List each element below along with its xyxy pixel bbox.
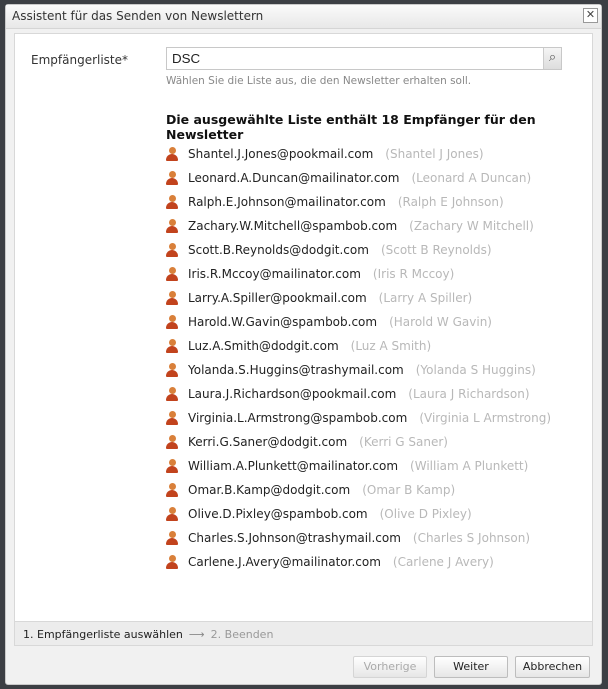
- recipient-name: (Harold W Gavin): [389, 315, 492, 329]
- recipient-name: (Iris R Mccoy): [372, 267, 455, 281]
- recipient-row: Omar.B.Kamp@dodgit.com (Omar B Kamp): [166, 478, 551, 502]
- user-icon: [166, 506, 178, 522]
- recipient-name: (Olive D Pixley): [379, 507, 472, 521]
- user-icon: [166, 386, 178, 402]
- recipient-name: (Leonard A Duncan): [411, 171, 532, 185]
- user-icon: [166, 482, 178, 498]
- recipient-email: Ralph.E.Johnson@mailinator.com: [188, 195, 386, 209]
- recipient-email: Charles.S.Johnson@trashymail.com: [188, 531, 401, 545]
- user-icon: [166, 194, 178, 210]
- recipient-row: Zachary.W.Mitchell@spambob.com (Zachary W…: [166, 214, 551, 238]
- recipient-name: (William A Plunkett): [410, 459, 529, 473]
- recipient-count-heading: Die ausgewählte Liste enthält 18 Empfäng…: [166, 112, 536, 142]
- recipient-email: Olive.D.Pixley@spambob.com: [188, 507, 368, 521]
- recipient-row: William.A.Plunkett@mailinator.com (Willia…: [166, 454, 551, 478]
- recipient-row: Laura.J.Richardson@pookmail.com (Laura J …: [166, 382, 551, 406]
- recipient-row: Charles.S.Johnson@trashymail.com (Charles…: [166, 526, 551, 550]
- recipient-row: Olive.D.Pixley@spambob.com (Olive D Pixle…: [166, 502, 551, 526]
- recipient-row: Scott.B.Reynolds@dodgit.com (Scott B Reyn…: [166, 238, 551, 262]
- user-icon: [166, 314, 178, 330]
- recipient-name: (Charles S Johnson): [412, 531, 531, 545]
- recipient-name: (Zachary W Mitchell): [409, 219, 534, 233]
- recipient-row: Shantel.J.Jones@pookmail.com (Shantel J J…: [166, 142, 551, 166]
- recipient-name: (Kerri G Saner): [359, 435, 448, 449]
- recipient-list: Shantel.J.Jones@pookmail.com (Shantel J J…: [166, 142, 551, 574]
- recipient-name: (Laura J Richardson): [408, 387, 530, 401]
- recipient-row: Leonard.A.Duncan@mailinator.com (Leonard …: [166, 166, 551, 190]
- recipient-row: Virginia.L.Armstrong@spambob.com (Virgini…: [166, 406, 551, 430]
- recipient-name: (Yolanda S Huggins): [415, 363, 536, 377]
- user-icon: [166, 146, 178, 162]
- user-icon: [166, 170, 178, 186]
- recipient-email: Shantel.J.Jones@pookmail.com: [188, 147, 374, 161]
- recipient-name: (Scott B Reynolds): [380, 243, 492, 257]
- recipient-name: (Ralph E Johnson): [397, 195, 504, 209]
- arrow-right-icon: ⟶: [188, 628, 205, 641]
- close-icon[interactable]: ✕: [583, 8, 598, 23]
- step-next: 2. Beenden: [210, 628, 274, 641]
- wizard-steps: 1. Empfängerliste auswählen ⟶ 2. Beenden: [14, 622, 593, 646]
- user-icon: [166, 530, 178, 546]
- user-icon: [166, 338, 178, 354]
- previous-button[interactable]: Vorherige: [353, 656, 427, 678]
- recipient-email: Scott.B.Reynolds@dodgit.com: [188, 243, 369, 257]
- recipient-email: Yolanda.S.Huggins@trashymail.com: [188, 363, 404, 377]
- user-icon: [166, 434, 178, 450]
- content-panel: Empfängerliste* ⌕ Wählen Sie die Liste a…: [14, 33, 593, 622]
- dialog-title: Assistent für das Senden von Newslettern: [12, 9, 264, 23]
- recipient-row: Ralph.E.Johnson@mailinator.com (Ralph E J…: [166, 190, 551, 214]
- recipient-email: Zachary.W.Mitchell@spambob.com: [188, 219, 398, 233]
- recipient-name: (Virginia L Armstrong): [419, 411, 552, 425]
- recipient-row: Iris.R.Mccoy@mailinator.com (Iris R Mccoy…: [166, 262, 551, 286]
- title-bar: Assistent für das Senden von Newslettern…: [6, 5, 601, 29]
- recipient-row: Carlene.J.Avery@mailinator.com (Carlene J…: [166, 550, 551, 574]
- user-icon: [166, 218, 178, 234]
- recipient-row: Harold.W.Gavin@spambob.com (Harold W Gavi…: [166, 310, 551, 334]
- newsletter-wizard-dialog: Assistent für das Senden von Newslettern…: [5, 4, 602, 685]
- recipient-name: (Carlene J Avery): [392, 555, 494, 569]
- recipient-email: Harold.W.Gavin@spambob.com: [188, 315, 378, 329]
- recipient-row: Luz.A.Smith@dodgit.com (Luz A Smith): [166, 334, 551, 358]
- recipient-list-hint: Wählen Sie die Liste aus, die den Newsle…: [166, 75, 472, 87]
- recipient-email: Luz.A.Smith@dodgit.com: [188, 339, 339, 353]
- recipient-row: Yolanda.S.Huggins@trashymail.com (Yolanda…: [166, 358, 551, 382]
- recipient-email: Iris.R.Mccoy@mailinator.com: [188, 267, 361, 281]
- recipient-email: Omar.B.Kamp@dodgit.com: [188, 483, 351, 497]
- recipient-name: (Shantel J Jones): [385, 147, 484, 161]
- user-icon: [166, 554, 178, 570]
- recipient-email: Larry.A.Spiller@pookmail.com: [188, 291, 367, 305]
- recipient-row: Larry.A.Spiller@pookmail.com (Larry A Spi…: [166, 286, 551, 310]
- user-icon: [166, 410, 178, 426]
- user-icon: [166, 290, 178, 306]
- search-icon[interactable]: ⌕: [543, 48, 561, 69]
- recipient-email: Laura.J.Richardson@pookmail.com: [188, 387, 397, 401]
- recipient-name: (Luz A Smith): [350, 339, 432, 353]
- recipient-list-input[interactable]: [166, 47, 562, 70]
- next-button[interactable]: Weiter: [434, 656, 508, 678]
- user-icon: [166, 266, 178, 282]
- recipient-name: (Larry A Spiller): [378, 291, 473, 305]
- user-icon: [166, 362, 178, 378]
- step-current: 1. Empfängerliste auswählen: [23, 628, 183, 641]
- user-icon: [166, 458, 178, 474]
- recipient-email: William.A.Plunkett@mailinator.com: [188, 459, 399, 473]
- recipient-email: Leonard.A.Duncan@mailinator.com: [188, 171, 400, 185]
- recipient-row: Kerri.G.Saner@dodgit.com (Kerri G Saner): [166, 430, 551, 454]
- recipient-email: Carlene.J.Avery@mailinator.com: [188, 555, 381, 569]
- cancel-button[interactable]: Abbrechen: [515, 656, 590, 678]
- recipient-email: Kerri.G.Saner@dodgit.com: [188, 435, 348, 449]
- user-icon: [166, 242, 178, 258]
- recipient-name: (Omar B Kamp): [362, 483, 456, 497]
- recipient-list-label: Empfängerliste*: [31, 53, 129, 67]
- recipient-email: Virginia.L.Armstrong@spambob.com: [188, 411, 408, 425]
